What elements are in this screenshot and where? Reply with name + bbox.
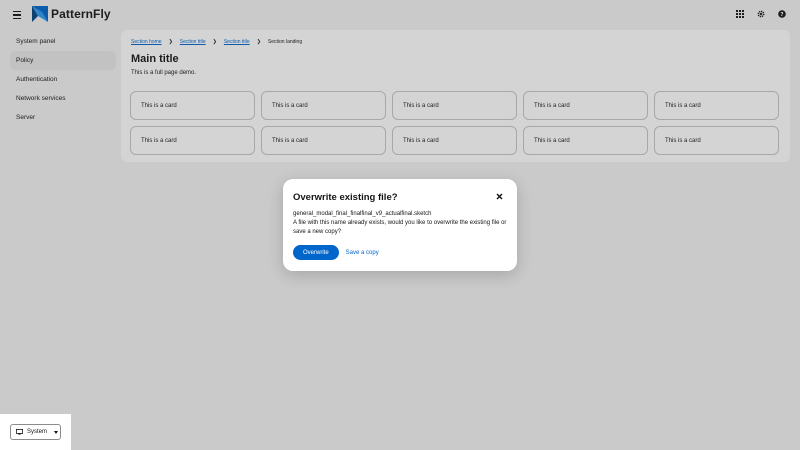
caret-down-icon	[54, 430, 59, 434]
theme-switcher-panel: System	[0, 414, 71, 450]
system-theme-label: System	[27, 429, 48, 435]
modal-title: Overwrite existing file?	[293, 192, 398, 203]
monitor-icon	[16, 429, 23, 435]
modal-body: general_modal_final_finalfinal_v9_actual…	[293, 210, 508, 236]
overwrite-button[interactable]: Overwrite	[293, 245, 339, 260]
modal-actions: Overwrite Save a copy	[293, 245, 379, 260]
modal-filename: general_modal_final_finalfinal_v9_actual…	[293, 211, 432, 217]
overwrite-modal: Overwrite existing file? general_modal_f…	[283, 179, 517, 271]
modal-message: A file with this name already exists, wo…	[293, 219, 507, 235]
save-copy-button[interactable]: Save a copy	[346, 250, 379, 256]
system-theme-dropdown[interactable]: System	[10, 424, 61, 440]
close-icon[interactable]	[495, 192, 503, 200]
